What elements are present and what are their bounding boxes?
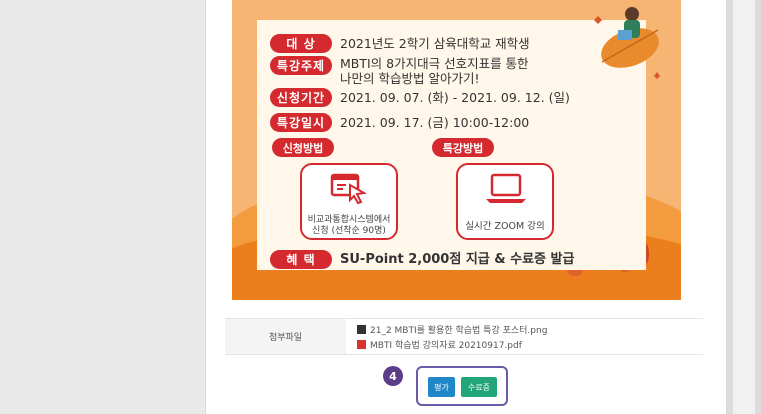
pdf-file-icon	[357, 340, 366, 349]
step-number-badge: 4	[383, 366, 403, 386]
poster-row-benefit: 혜 택 SU-Point 2,000점 지급 & 수료증 발급	[270, 250, 574, 269]
scrollbar-lane[interactable]	[733, 0, 755, 414]
attachment-file-name[interactable]: 21_2 MBTI를 활용한 학습법 특강 포스터.png	[370, 323, 547, 336]
apply-method-line2: 신청 (선착순 90명)	[312, 226, 386, 236]
benefit-value: SU-Point 2,000점 지급 & 수료증 발급	[340, 252, 575, 267]
lecture-method-text: 실시간 ZOOM 강의	[465, 221, 545, 232]
attachment-label: 첨부파일	[225, 319, 346, 354]
poster-row-target: 대 상 2021년도 2학기 삼육대학교 재학생	[270, 34, 530, 53]
evaluate-button[interactable]: 평가	[428, 377, 455, 397]
attachment-file-name[interactable]: MBTI 학습법 강의자료 20210917.pdf	[370, 338, 522, 351]
computer-cursor-icon	[330, 173, 368, 205]
certificate-button[interactable]: 수료증	[461, 377, 497, 397]
target-label: 대 상	[270, 34, 332, 53]
apply-method-label: 신청방법	[272, 138, 334, 157]
attachment-file-pdf[interactable]: MBTI 학습법 강의자료 20210917.pdf	[357, 338, 522, 351]
period-value: 2021. 09. 07. (화) - 2021. 09. 12. (일)	[340, 90, 570, 105]
lecture-method-label: 특강방법	[432, 138, 494, 157]
period-label: 신청기간	[270, 88, 332, 107]
poster-row-period: 신청기간 2021. 09. 07. (화) - 2021. 09. 12. (…	[270, 88, 570, 107]
leaf-girl-illustration	[594, 7, 660, 79]
image-file-icon	[357, 325, 366, 334]
scrollbar-track[interactable]	[727, 0, 761, 414]
datetime-label: 특강일시	[270, 113, 332, 132]
laptop-icon	[486, 173, 526, 203]
attachment-section: 첨부파일 21_2 MBTI를 활용한 학습법 특강 포스터.png MBTI …	[225, 318, 703, 355]
poster-row-topic: 특강주제 MBTI의 8가지대극 선호지표를 통한 나만의 학습방법 알아가기!	[270, 56, 529, 86]
topic-value-line2: 나만의 학습방법 알아가기!	[340, 71, 480, 86]
apply-method-text: 비교과통합시스템에서 신청 (선착순 90명)	[302, 215, 396, 237]
lecture-method-box: 실시간 ZOOM 강의	[456, 163, 554, 240]
poster-row-datetime: 특강일시 2021. 09. 17. (금) 10:00-12:00	[270, 113, 529, 132]
topic-value-line1: MBTI의 8가지대극 선호지표를 통한	[340, 56, 529, 71]
topic-label: 특강주제	[270, 56, 332, 75]
datetime-value: 2021. 09. 17. (금) 10:00-12:00	[340, 115, 530, 130]
attachment-file-png[interactable]: 21_2 MBTI를 활용한 학습법 특강 포스터.png	[357, 323, 547, 336]
apply-method-line1: 비교과통합시스템에서	[307, 215, 391, 225]
apply-method-box: 비교과통합시스템에서 신청 (선착순 90명)	[300, 163, 398, 240]
benefit-label: 혜 택	[270, 250, 332, 269]
target-value: 2021년도 2학기 삼육대학교 재학생	[340, 36, 530, 51]
